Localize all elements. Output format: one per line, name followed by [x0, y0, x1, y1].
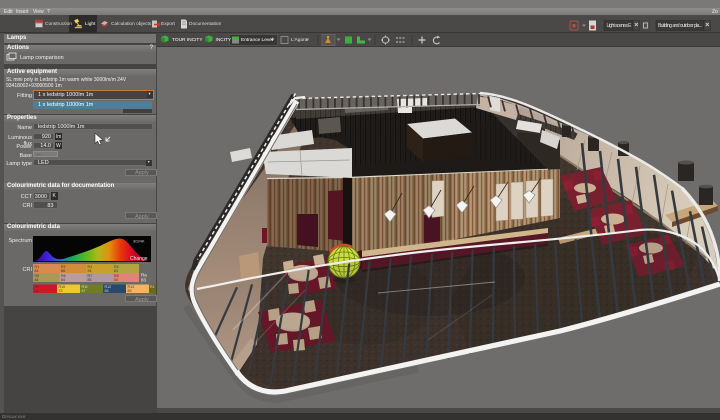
svg-text:84: 84	[35, 278, 39, 282]
svg-text:53: 53	[105, 289, 109, 293]
svg-text:94: 94	[88, 269, 92, 273]
svg-text:72: 72	[59, 289, 63, 293]
svg-text:67: 67	[82, 289, 86, 293]
svg-text:84: 84	[35, 269, 39, 273]
svg-text:83: 83	[114, 269, 118, 273]
svg-text:Building and outdoor pla...: Building and outdoor pla...	[658, 23, 702, 29]
svg-text:83: 83	[128, 289, 132, 293]
svg-text:83: 83	[141, 278, 147, 283]
svg-text:18: 18	[35, 289, 39, 293]
svg-text:R1: R1	[150, 285, 155, 289]
svg-text:84: 84	[61, 278, 65, 282]
svg-text:88: 88	[61, 269, 65, 273]
svg-text:Light scenes E: Light scenes E	[607, 23, 633, 29]
svg-text:85: 85	[88, 278, 92, 282]
svg-text:3024K: 3024K	[133, 239, 145, 244]
svg-text:54: 54	[114, 278, 118, 282]
svg-text:Change: Change	[130, 256, 148, 262]
